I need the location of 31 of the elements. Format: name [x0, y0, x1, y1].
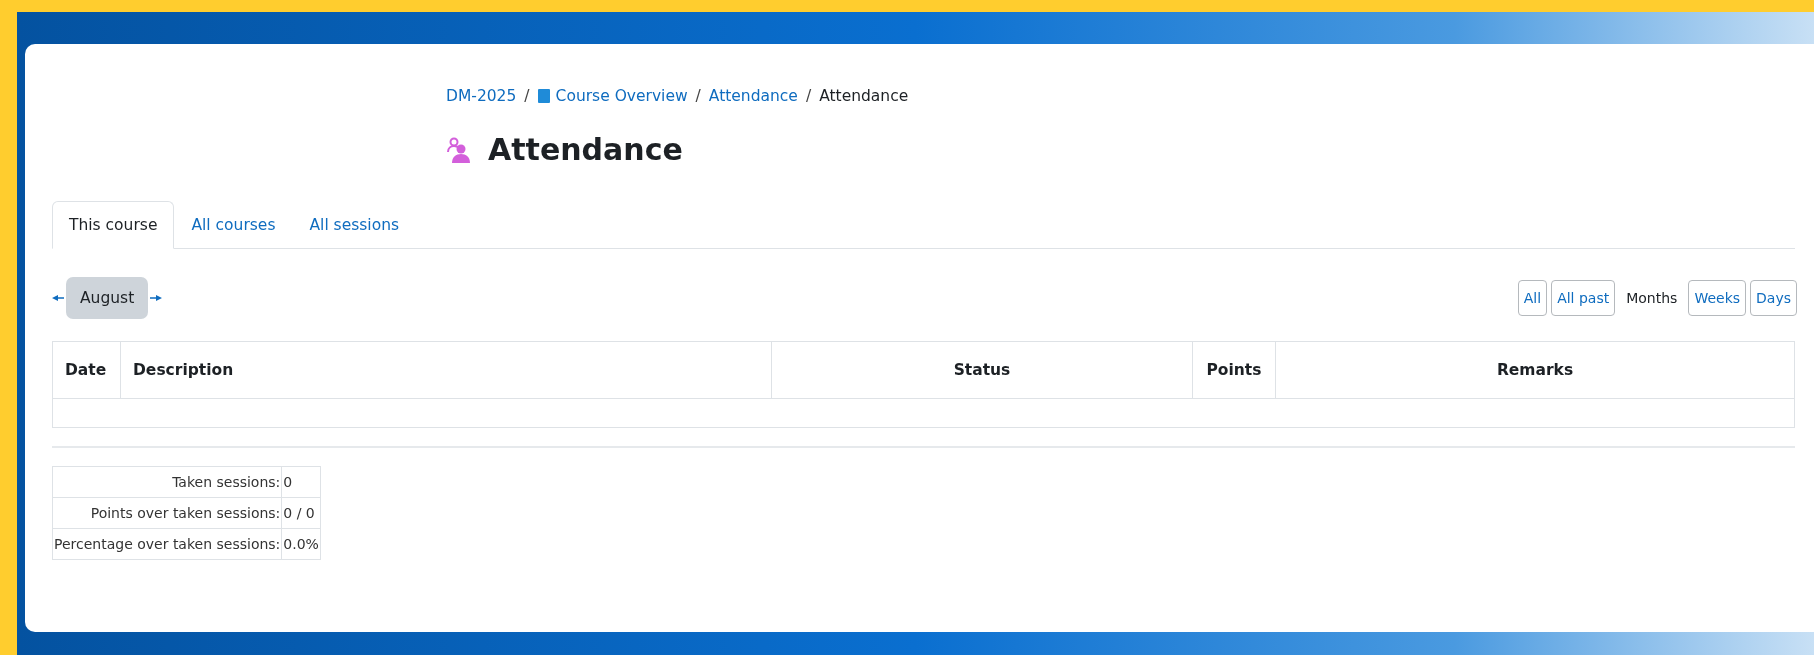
page-title: Attendance [488, 132, 683, 167]
column-header: Points [1192, 341, 1276, 399]
column-header: Description [120, 341, 772, 399]
view-option-button[interactable]: Days [1750, 280, 1797, 316]
tab[interactable]: All sessions [292, 201, 417, 249]
column-header: Remarks [1275, 341, 1795, 399]
summary-label: Percentage over taken sessions: [52, 528, 282, 560]
breadcrumb-separator: / [695, 87, 701, 105]
breadcrumb-link[interactable]: Attendance [708, 87, 798, 105]
column-header: Status [771, 341, 1193, 399]
view-option-button[interactable]: All [1517, 280, 1548, 316]
breadcrumb-link[interactable]: DM-2025 [446, 87, 517, 105]
summary-label: Points over taken sessions: [52, 497, 282, 529]
summary-value: 0.0% [281, 528, 321, 560]
book-icon [537, 89, 550, 103]
left-arrow-icon[interactable] [52, 294, 64, 302]
view-option-button[interactable]: Weeks [1688, 280, 1747, 316]
tab[interactable]: This course [52, 201, 175, 249]
people-icon [446, 136, 472, 163]
breadcrumb-separator: / [524, 87, 530, 105]
month-button[interactable]: August [66, 277, 149, 319]
view-option-button[interactable]: All past [1551, 280, 1616, 316]
tab[interactable]: All courses [174, 201, 293, 249]
breadcrumb-current: Attendance [819, 87, 909, 105]
summary-value: 0 [281, 466, 321, 498]
breadcrumb-link[interactable]: Course Overview [537, 87, 688, 105]
column-header: Date [52, 341, 121, 399]
breadcrumb-separator: / [805, 87, 812, 105]
summary-value: 0 / 0 [281, 497, 321, 529]
summary-label: Taken sessions: [52, 466, 282, 498]
right-arrow-icon[interactable] [150, 294, 163, 302]
